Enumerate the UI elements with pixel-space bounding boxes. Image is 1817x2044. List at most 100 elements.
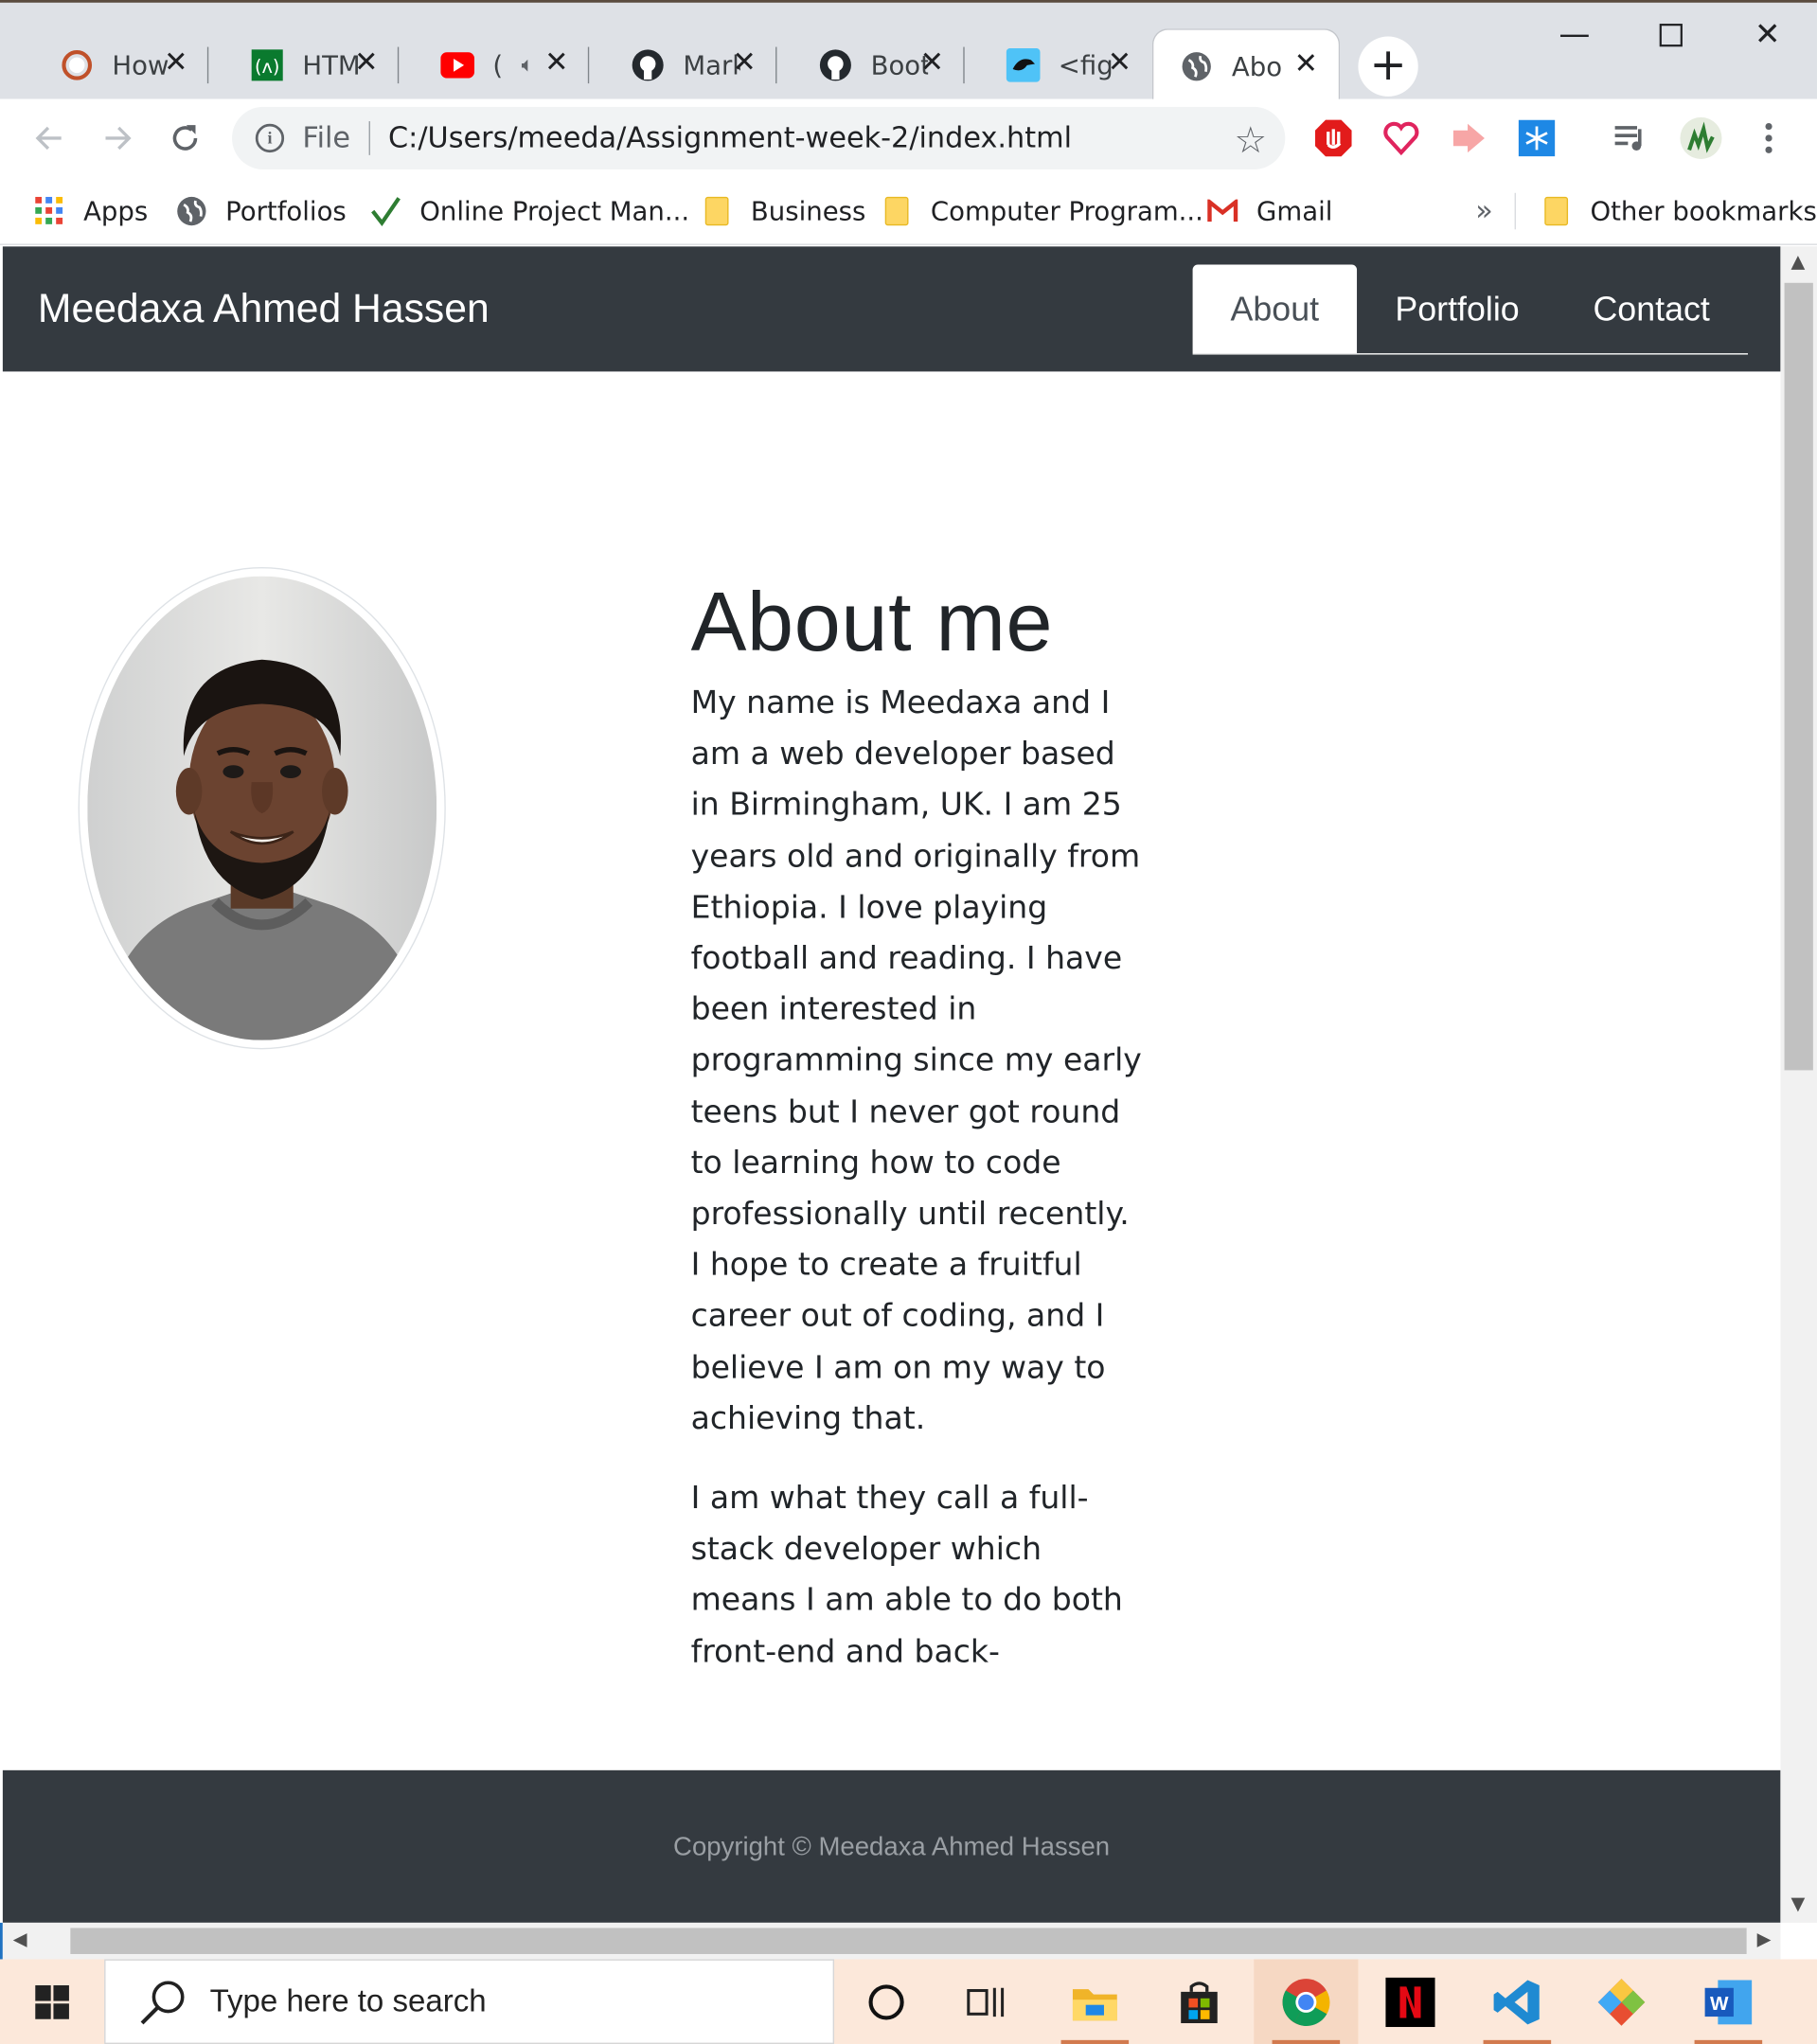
maximize-icon[interactable] (1645, 16, 1697, 55)
horizontal-scrollbar[interactable]: ◀ ▶ (0, 1922, 1781, 1960)
scroll-up-arrow-icon[interactable]: ▲ (1790, 252, 1805, 273)
youtube-icon (440, 48, 475, 82)
git-icon[interactable] (1569, 1959, 1673, 2043)
forward-arrow-icon[interactable] (91, 112, 143, 164)
minimize-icon[interactable]: — (1548, 16, 1600, 55)
site-navbar: Meedaxa Ahmed Hassen About Portfolio Con… (2, 246, 1781, 372)
divider (1514, 192, 1516, 230)
nav-contact[interactable]: Contact (1563, 265, 1740, 354)
heart-extension-icon[interactable] (1379, 116, 1423, 161)
nav-tabs: About Portfolio Contact (1192, 264, 1749, 355)
bookmark-business[interactable]: Business (702, 190, 865, 232)
about-section: About me My name is Meedaxa and I am a w… (691, 566, 1148, 1707)
bookmark-star-icon[interactable]: ☆ (1234, 118, 1267, 161)
folder-icon (702, 196, 733, 227)
tab-about[interactable]: Abo ✕ (1151, 28, 1341, 102)
address-bar[interactable]: i File C:/Users/meeda/Assignment-week-2/… (232, 106, 1286, 169)
bookmarks-overflow-button[interactable]: » (1475, 190, 1493, 232)
speaker-icon[interactable]: 🔈︎ (522, 52, 534, 79)
media-control-icon[interactable] (1609, 116, 1653, 161)
tab-title: Abo (1231, 50, 1283, 82)
store-icon[interactable] (1147, 1959, 1251, 2043)
about-paragraph-1: My name is Meedaxa and I am a web develo… (690, 684, 1142, 1437)
tab-youtube[interactable]: ( 🔈︎ ✕ (399, 28, 590, 101)
page-viewport: Meedaxa Ahmed Hassen About Portfolio Con… (2, 246, 1781, 1923)
bookmark-label: Other bookmarks (1590, 195, 1817, 227)
arrow-extension-icon[interactable] (1447, 116, 1491, 161)
divider (368, 121, 370, 155)
bookmark-gmail[interactable]: Gmail (1207, 190, 1332, 232)
site-brand[interactable]: Meedaxa Ahmed Hassen (38, 286, 490, 333)
tab-figure[interactable]: <fig ✕ (965, 28, 1152, 101)
folder-icon (1541, 196, 1572, 227)
scroll-right-arrow-icon[interactable]: ▶ (1757, 1929, 1772, 1950)
tab-strip: How ✕ (ʌ) HTM ✕ ( 🔈︎ ✕ Mark ✕ (0, 0, 1817, 102)
profile-avatar-icon[interactable] (1679, 116, 1723, 161)
scroll-down-arrow-icon[interactable]: ▼ (1790, 1894, 1805, 1915)
info-icon[interactable]: i (255, 123, 285, 153)
close-icon[interactable]: ✕ (352, 49, 381, 78)
page-title: About me (690, 575, 1054, 669)
bird-icon (1006, 47, 1041, 82)
github-icon (819, 48, 853, 82)
task-view-icon[interactable] (935, 1959, 1040, 2043)
file-label: File (302, 121, 351, 155)
bookmark-label: Apps (83, 195, 149, 227)
horizontal-scroll-thumb[interactable] (70, 1928, 1747, 1954)
reload-icon[interactable] (159, 112, 211, 164)
nav-about[interactable]: About (1192, 264, 1358, 354)
tab-how[interactable]: How ✕ (18, 28, 209, 101)
snowflake-extension-icon[interactable] (1515, 116, 1559, 161)
vscode-icon[interactable] (1465, 1959, 1569, 2044)
tab-boot[interactable]: Boot ✕ (776, 28, 965, 101)
search-placeholder: Type here to search (209, 1982, 487, 2019)
windows-start-icon[interactable] (0, 1959, 104, 2043)
profile-photo (78, 566, 446, 1050)
back-arrow-icon[interactable] (24, 112, 76, 164)
vertical-scroll-thumb[interactable] (1784, 282, 1813, 1071)
cortana-icon[interactable] (834, 1959, 938, 2043)
vertical-scrollbar[interactable]: ▲ ▼ (1780, 246, 1817, 1923)
bookmark-apps[interactable]: Apps (34, 190, 148, 232)
close-icon[interactable]: ✕ (543, 49, 571, 78)
bookmark-other[interactable]: Other bookmarks (1541, 190, 1817, 232)
gmail-icon (1207, 196, 1238, 227)
bookmark-portfolios[interactable]: Portfolios (176, 190, 347, 232)
file-explorer-icon[interactable] (1042, 1959, 1147, 2044)
url-text[interactable]: C:/Users/meeda/Assignment-week-2/index.h… (388, 122, 1072, 154)
globe-icon (176, 196, 207, 227)
ring-icon (60, 48, 94, 82)
search-icon (140, 1980, 185, 2024)
bookmark-label: Computer Program... (930, 195, 1203, 227)
bookmarks-bar: Apps Portfolios Online Project Man... Bu… (0, 177, 1817, 245)
close-icon[interactable]: ✕ (730, 49, 758, 78)
svg-text:(ʌ): (ʌ) (255, 56, 279, 78)
bookmark-online-project[interactable]: Online Project Man... (370, 190, 689, 232)
site-footer: Copyright © Meedaxa Ahmed Hassen (2, 1769, 1781, 1923)
bookmark-label: Portfolios (225, 195, 347, 227)
tab-htm[interactable]: (ʌ) HTM ✕ (208, 28, 400, 101)
taskbar-search-input[interactable]: Type here to search (104, 1959, 835, 2044)
bookmark-label: Online Project Man... (419, 195, 690, 227)
menu-dots-icon[interactable] (1747, 116, 1791, 161)
nav-portfolio[interactable]: Portfolio (1370, 265, 1544, 354)
chrome-icon[interactable] (1254, 1959, 1359, 2044)
close-icon[interactable]: ✕ (162, 49, 190, 78)
tab-mark[interactable]: Mark ✕ (589, 28, 777, 101)
folder-icon (882, 196, 913, 227)
word-icon[interactable]: W (1676, 1959, 1780, 2044)
github-icon (631, 48, 665, 82)
svg-text:W: W (1710, 1992, 1729, 2014)
adblock-icon[interactable] (1311, 116, 1356, 161)
close-icon[interactable]: ✕ (1105, 49, 1133, 78)
new-tab-button[interactable]: + (1358, 36, 1418, 97)
close-icon[interactable]: ✕ (1291, 50, 1320, 80)
netflix-icon[interactable] (1358, 1959, 1462, 2043)
close-window-icon[interactable]: ✕ (1741, 16, 1793, 55)
close-icon[interactable]: ✕ (917, 49, 946, 78)
checkmark-icon (370, 196, 401, 227)
apps-grid-icon (34, 196, 65, 227)
globe-icon (1180, 49, 1214, 83)
scroll-left-arrow-icon[interactable]: ◀ (13, 1929, 27, 1950)
bookmark-computer-programming[interactable]: Computer Program... (882, 190, 1203, 232)
